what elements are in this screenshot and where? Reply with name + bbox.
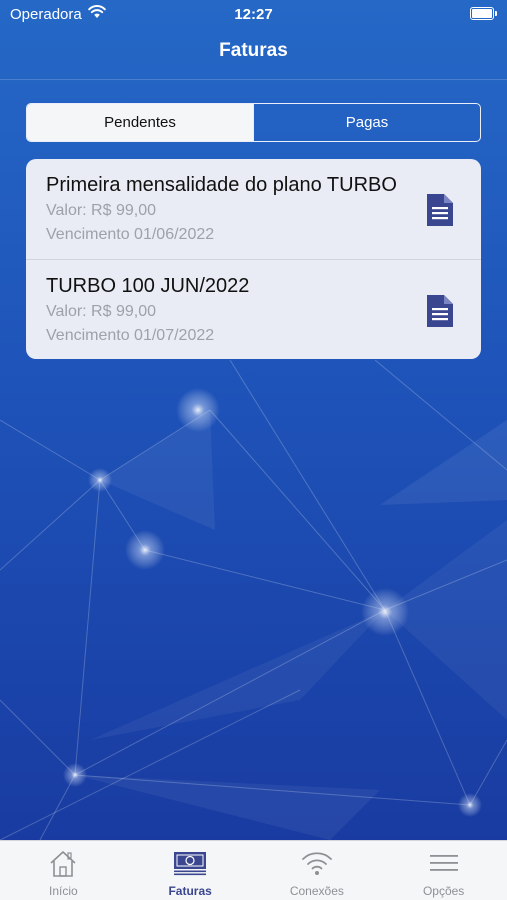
invoice-title: TURBO 100 JUN/2022 [46,275,250,297]
tab-inicio[interactable]: Início [0,841,127,900]
clock: 12:27 [234,6,273,23]
invoice-valor: Valor: R$ 99,00 [46,202,156,219]
invoice-list: Primeira mensalidade do plano TURBO 100 … [26,159,481,359]
invoice-vencimento: Vencimento 01/07/2022 [46,327,215,344]
tab-bar: Início Faturas Conexões Opções [0,840,507,900]
menu-icon [429,855,458,871]
tab-conexoes[interactable]: Conexões [254,841,381,900]
banknote-icon [174,852,207,876]
nav-divider [0,79,507,80]
invoice-valor: Valor: R$ 99,00 [46,303,156,320]
status-bar: Operadora 12:27 [0,0,507,30]
tab-label: Conexões [289,884,344,898]
invoice-row[interactable]: Primeira mensalidade do plano TURBO 100 … [26,159,481,259]
document-icon[interactable] [425,295,455,327]
tab-faturas[interactable]: Faturas [127,841,254,900]
invoice-row[interactable]: TURBO 100 JUN/2022 Valor: R$ 99,00 Venci… [26,259,481,359]
invoice-title: Primeira mensalidade do plano TURBO 100 [46,174,398,196]
document-icon[interactable] [425,194,455,226]
segment-pendentes[interactable]: Pendentes [27,104,253,141]
tab-label: Opções [422,884,465,898]
tab-opcoes[interactable]: Opções [380,841,507,900]
battery-icon [470,7,497,20]
tab-label: Faturas [168,884,212,898]
segmented-control: Pendentes Pagas [26,103,481,142]
tab-label: Início [49,884,78,898]
page-title: Faturas [219,40,288,61]
invoice-vencimento: Vencimento 01/06/2022 [46,226,215,243]
segment-pagas[interactable]: Pagas [253,104,480,141]
wifi-icon [301,852,332,875]
home-icon [50,851,76,877]
